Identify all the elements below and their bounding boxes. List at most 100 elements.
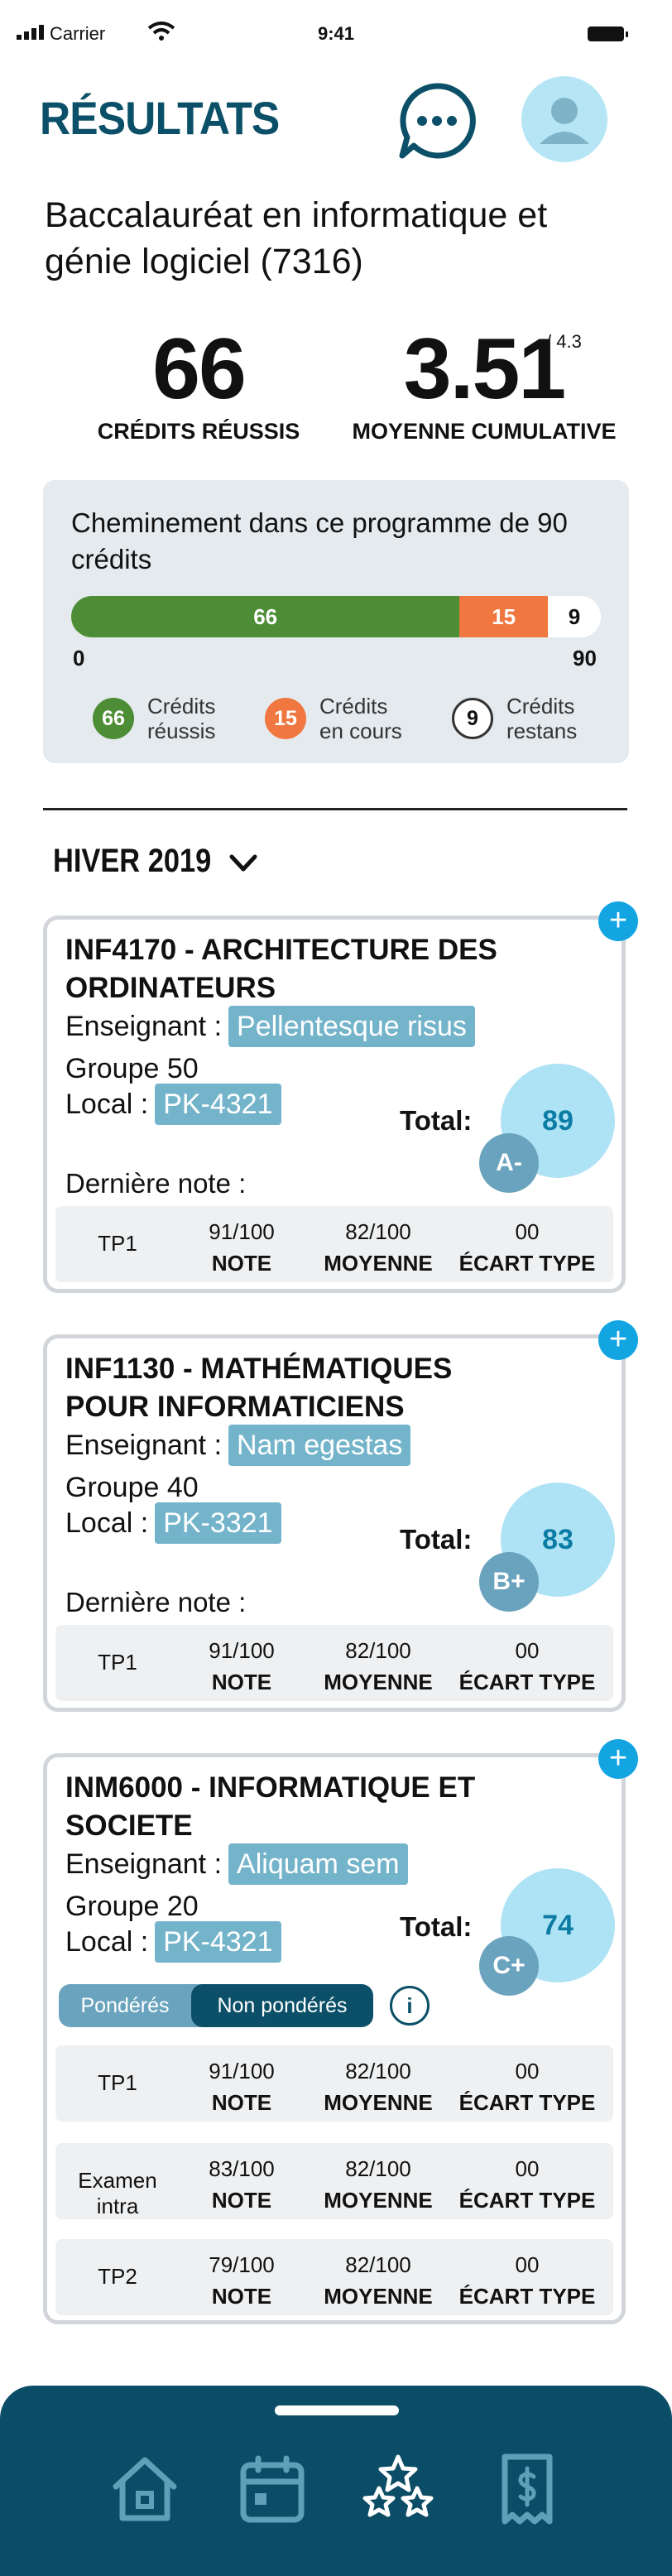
evaluation-name: Examen intra [78, 2168, 157, 2218]
teacher-label: Enseignant : [65, 1430, 223, 1461]
room-chip[interactable]: PK-4321 [155, 1921, 281, 1963]
course-title: INF1130 - MATHÉMATIQUES POUR INFORMATICI… [65, 1353, 453, 1423]
group-value: 20 [166, 1891, 199, 1922]
progress-segment-completed: 66 [71, 596, 460, 637]
legend-label: Crédits [506, 694, 575, 718]
average-value: 82/100 [345, 2059, 411, 2083]
group-label: Groupe [65, 1891, 160, 1922]
evaluation-row: TP1 91/100 NOTE 82/100 MOYENNE 00 ÉCART TYP… [55, 1206, 613, 1282]
evaluation-row: TP1 91/100 NOTE 82/100 MOYENNE 00 ÉCART TYP… [55, 1625, 613, 1701]
teacher-line: Enseignant : Aliquam sem [65, 1843, 408, 1885]
gpa-label: MOYENNE CUMULATIVE [352, 419, 617, 444]
avatar[interactable] [521, 76, 607, 162]
progress-segment-remaining: 9 [548, 596, 601, 637]
std-label: ÉCART TYPE [458, 2284, 596, 2309]
note-value: 79/100 [209, 2252, 275, 2277]
credits-stat: 66 CRÉDITS RÉUSSIS [91, 324, 306, 445]
total-label: Total: [400, 1105, 473, 1136]
clock: 9:41 [317, 23, 355, 44]
progress-title: Cheminement dans ce programme de 90 créd… [71, 507, 568, 574]
battery-icon [588, 26, 628, 41]
group-line: Groupe 50 [65, 1050, 199, 1087]
term-selector[interactable]: HIVER 2019 [53, 843, 211, 880]
group-label: Groupe [65, 1472, 160, 1503]
note-value: 91/100 [209, 1219, 275, 1244]
toggle-weighted[interactable]: Pondérés [59, 1984, 191, 2027]
evaluation-row: TP2 79/100 NOTE 82/100 MOYENNE 00 ÉCART TYP… [55, 2239, 613, 2315]
info-icon[interactable]: i [390, 1986, 430, 2026]
note-label: NOTE [211, 1251, 272, 1276]
legend-label: réussis [147, 718, 216, 743]
average-value: 82/100 [345, 2156, 411, 2181]
teacher-label: Enseignant : [65, 1011, 223, 1042]
chevron-down-icon[interactable] [228, 853, 258, 874]
teacher-chip[interactable]: Aliquam sem [228, 1843, 408, 1885]
note-value: 83/100 [209, 2156, 275, 2181]
teacher-label: Enseignant : [65, 1848, 223, 1880]
note-label: NOTE [211, 1670, 272, 1694]
teacher-chip[interactable]: Pellentesque risus [228, 1006, 475, 1047]
std-value: 00 [515, 1638, 540, 1663]
stars-icon[interactable] [361, 2452, 435, 2526]
evaluation-name: TP1 [98, 2070, 137, 2095]
average-label: MOYENNE [324, 2090, 433, 2115]
note-label: NOTE [211, 2090, 272, 2115]
weighting-toggle: Pondérés Non pondérés [59, 1984, 373, 2027]
average-label: MOYENNE [324, 1670, 433, 1694]
average-value: 82/100 [345, 1219, 411, 1244]
teacher-chip[interactable]: Nam egestas [228, 1425, 411, 1466]
note-label: NOTE [211, 2284, 272, 2309]
group-line: Groupe 20 [65, 1888, 199, 1925]
room-label: Local : [65, 1089, 149, 1120]
legend-dot: 66 [93, 698, 134, 739]
evaluation-name: TP1 [98, 1650, 137, 1675]
average-label: MOYENNE [324, 2188, 433, 2213]
legend-dot: 9 [452, 698, 493, 739]
room-chip[interactable]: PK-4321 [155, 1084, 281, 1125]
course-title: INM6000 - INFORMATIQUE ET SOCIETE [65, 1771, 476, 1842]
evaluation-name: TP1 [98, 1231, 137, 1256]
std-label: ÉCART TYPE [458, 2090, 596, 2115]
course-card[interactable]: + INF4170 - ARCHITECTURE DES ORDINATEURS… [43, 901, 638, 1293]
user-icon [540, 98, 589, 144]
note-label: NOTE [211, 2188, 272, 2213]
grade-badge: B+ [479, 1552, 539, 1612]
progress-bar: 66 15 9 [71, 596, 601, 637]
course-card[interactable]: + INF1130 - MATHÉMATIQUES POUR INFORMATI… [43, 1320, 638, 1712]
std-value: 00 [515, 2059, 540, 2083]
teacher-line: Enseignant : Pellentesque risus [65, 1006, 475, 1047]
credits-label: CRÉDITS RÉUSSIS [97, 419, 300, 444]
toggle-unweighted[interactable]: Non pondérés [191, 1984, 373, 2027]
last-note-label: Dernière note : [65, 1168, 247, 1199]
receipt-icon[interactable] [490, 2452, 564, 2526]
room-chip[interactable]: PK-3321 [155, 1502, 281, 1544]
evaluation-row: TP1 91/100 NOTE 82/100 MOYENNE 00 ÉCART TYP… [55, 2045, 613, 2122]
room-line: Local : PK-4321 [65, 1921, 281, 1963]
home-indicator [275, 2405, 399, 2415]
progress-card: Cheminement dans ce programme de 90 créd… [43, 480, 629, 763]
std-label: ÉCART TYPE [458, 1251, 596, 1276]
home-icon[interactable] [108, 2452, 182, 2526]
course-card[interactable]: + INM6000 - INFORMATIQUE ET SOCIETE Ense… [43, 1739, 638, 2324]
total-label: Total: [400, 1911, 473, 1942]
gpa-max: / 4.3 [546, 331, 582, 352]
add-button[interactable]: + [598, 901, 638, 941]
room-label: Local : [65, 1507, 149, 1539]
grade-badge: A- [479, 1133, 539, 1193]
calendar-icon[interactable] [235, 2452, 310, 2526]
room-line: Local : PK-3321 [65, 1502, 281, 1544]
evaluation-name: TP2 [98, 2264, 137, 2289]
note-value: 91/100 [209, 2059, 275, 2083]
add-button[interactable]: + [598, 1739, 638, 1779]
std-value: 00 [515, 2252, 540, 2277]
std-value: 00 [515, 2156, 540, 2181]
legend-label: Crédits [319, 694, 388, 718]
legend-in-progress: 15 Crédits en cours [265, 694, 402, 743]
chat-icon[interactable] [396, 79, 478, 162]
status-bar: Carrier 9:41 [0, 0, 672, 58]
credits-value: 66 [152, 321, 247, 417]
add-button[interactable]: + [598, 1320, 638, 1360]
std-label: ÉCART TYPE [458, 1670, 596, 1694]
progress-segment-in-progress: 15 [459, 596, 548, 637]
last-note-label: Dernière note : [65, 1587, 247, 1617]
